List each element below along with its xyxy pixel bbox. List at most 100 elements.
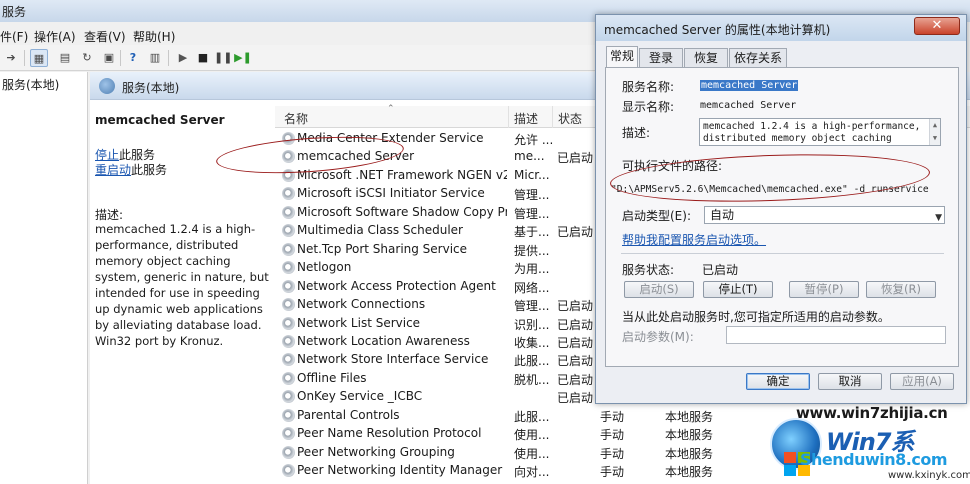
toolbar-separator bbox=[168, 50, 169, 66]
tab-general[interactable]: 常规 bbox=[606, 46, 638, 68]
sort-ascending-icon: ⌃ bbox=[387, 104, 395, 114]
service-description-cell: 识别... bbox=[514, 317, 550, 332]
service-description-cell: 向对... bbox=[514, 465, 550, 480]
service-startup-cell: 手动 bbox=[600, 465, 625, 480]
menu-help[interactable]: 帮助(H) bbox=[133, 28, 175, 45]
restart-service-action: 重启动此服务 bbox=[95, 161, 167, 178]
restart-service-icon[interactable]: ▶❚ bbox=[234, 49, 252, 67]
menu-action[interactable]: 操作(A) bbox=[34, 28, 76, 45]
description-line-1: memcached 1.2.4 is a high-performance, bbox=[703, 121, 921, 132]
service-name-cell: Offline Files bbox=[297, 370, 367, 385]
service-name-text: memcached Server bbox=[700, 80, 799, 91]
menu-file[interactable]: 件(F) bbox=[0, 28, 28, 45]
stop-service-link[interactable]: 停止 bbox=[95, 148, 119, 162]
help-icon[interactable]: ? bbox=[124, 49, 142, 67]
startup-type-label: 启动类型(E): bbox=[622, 209, 691, 223]
console-tree-icon[interactable]: ▦ bbox=[30, 49, 48, 67]
service-status-cell: 已启动 bbox=[557, 391, 594, 406]
startup-type-select[interactable]: 自动 ▼ bbox=[704, 206, 945, 224]
tab-logon[interactable]: 登录 bbox=[639, 48, 683, 67]
service-gear-icon bbox=[282, 353, 295, 367]
service-startup-cell: 手动 bbox=[600, 446, 625, 461]
service-gear-icon bbox=[282, 224, 295, 238]
service-name-cell: Network List Service bbox=[297, 315, 421, 330]
refresh-icon[interactable]: ↻ bbox=[78, 49, 96, 67]
service-logon-cell: 本地服务 bbox=[665, 428, 714, 443]
start-button[interactable]: 启动(S) bbox=[624, 281, 694, 298]
resume-button[interactable]: 恢复(R) bbox=[866, 281, 936, 298]
service-description-cell: 使用... bbox=[514, 446, 550, 461]
column-description[interactable]: 描述 bbox=[514, 110, 538, 127]
tab-dependencies[interactable]: 依存关系 bbox=[729, 48, 787, 67]
service-gear-icon bbox=[282, 445, 295, 459]
toolbar-separator bbox=[24, 50, 25, 66]
start-params-input[interactable] bbox=[726, 326, 946, 344]
service-gear-icon bbox=[282, 390, 295, 404]
service-name-cell: Peer Networking Grouping bbox=[297, 444, 455, 459]
forward-icon[interactable]: ➔ bbox=[2, 49, 20, 67]
service-description-cell: 脱机... bbox=[514, 372, 550, 387]
service-name-cell: Microsoft Software Shadow Copy Provi... bbox=[297, 204, 507, 219]
stop-service-icon[interactable]: ■ bbox=[194, 49, 212, 67]
column-name[interactable]: 名称 bbox=[284, 110, 308, 127]
service-gear-icon bbox=[282, 261, 295, 275]
description-label: 描述: bbox=[622, 126, 651, 140]
column-status[interactable]: 状态 bbox=[558, 110, 582, 127]
display-name-label: 显示名称: bbox=[622, 100, 675, 114]
service-gear-icon bbox=[282, 371, 295, 385]
service-status-cell: 已启动 bbox=[557, 225, 594, 240]
pause-service-icon[interactable]: ❚❚ bbox=[214, 49, 232, 67]
service-gear-icon bbox=[282, 279, 295, 293]
menu-view[interactable]: 查看(V) bbox=[84, 28, 126, 45]
export-list-icon[interactable]: ▣ bbox=[100, 49, 118, 67]
watermark-url-top: www.win7zhijia.cn bbox=[796, 404, 948, 422]
service-description-cell: 为用... bbox=[514, 262, 550, 277]
watermark-url-middle: Shenduwin8.com bbox=[800, 450, 948, 469]
service-description-cell: 管理... bbox=[514, 188, 550, 203]
apply-button[interactable]: 应用(A) bbox=[890, 373, 954, 390]
pause-button[interactable]: 暂停(P) bbox=[789, 281, 859, 298]
service-logon-cell: 本地服务 bbox=[665, 465, 714, 480]
service-name-cell: Multimedia Class Scheduler bbox=[297, 223, 463, 238]
service-status-cell: 已启动 bbox=[557, 372, 594, 387]
description-line-2: distributed memory object caching system… bbox=[703, 133, 892, 144]
service-name-cell: Netlogon bbox=[297, 260, 352, 275]
service-description-cell: 网络... bbox=[514, 280, 550, 295]
properties-icon[interactable]: ▤ bbox=[56, 49, 74, 67]
menu-bar: 件(F) 操作(A) 查看(V) 帮助(H) bbox=[0, 25, 600, 45]
service-status-cell: 已启动 bbox=[557, 299, 594, 314]
service-description-cell: 收集... bbox=[514, 335, 550, 350]
view-icon[interactable]: ▥ bbox=[146, 49, 164, 67]
start-service-icon[interactable]: ▶ bbox=[174, 49, 192, 67]
description-box[interactable]: memcached 1.2.4 is a high-performance, d… bbox=[699, 118, 941, 146]
start-params-hint: 当从此处启动服务时,您可指定所适用的启动参数。 bbox=[622, 310, 890, 324]
tab-recovery[interactable]: 恢复 bbox=[684, 48, 728, 67]
service-description-cell: 使用... bbox=[514, 428, 550, 443]
services-pane-title: 服务(本地) bbox=[122, 81, 180, 95]
service-name-cell: Parental Controls bbox=[297, 407, 400, 422]
service-gear-icon bbox=[282, 316, 295, 330]
service-gear-icon bbox=[282, 187, 295, 201]
ok-button[interactable]: 确定 bbox=[746, 373, 810, 390]
restart-service-link[interactable]: 重启动 bbox=[95, 163, 131, 177]
scrollbar[interactable]: ▲ ▼ bbox=[929, 119, 940, 145]
start-params-label: 启动参数(M): bbox=[622, 330, 694, 344]
close-button[interactable]: ✕ bbox=[914, 17, 960, 35]
service-name-cell: Network Connections bbox=[297, 297, 426, 312]
service-status-value: 已启动 bbox=[702, 263, 739, 277]
service-name-cell: OnKey Service _ICBC bbox=[297, 389, 423, 404]
service-gear-icon bbox=[282, 464, 295, 478]
service-name-cell: Network Location Awareness bbox=[297, 333, 470, 348]
watermark-url-bottom: www.kxinyk.com bbox=[888, 470, 970, 481]
service-startup-cell: 手动 bbox=[600, 409, 625, 424]
help-configure-link[interactable]: 帮助我配置服务启动选项。 bbox=[622, 231, 766, 248]
service-gear-icon bbox=[282, 334, 295, 348]
service-startup-cell: 手动 bbox=[600, 428, 625, 443]
cancel-button[interactable]: 取消 bbox=[818, 373, 882, 390]
tree-item-services-local[interactable]: 服务(本地) bbox=[2, 76, 59, 93]
restart-service-suffix: 此服务 bbox=[131, 163, 168, 177]
service-description-cell: 允许 ... bbox=[514, 133, 554, 147]
stop-button[interactable]: 停止(T) bbox=[703, 281, 773, 298]
selected-service-name: memcached Server bbox=[95, 113, 225, 127]
service-name-cell: Network Store Interface Service bbox=[297, 352, 489, 367]
